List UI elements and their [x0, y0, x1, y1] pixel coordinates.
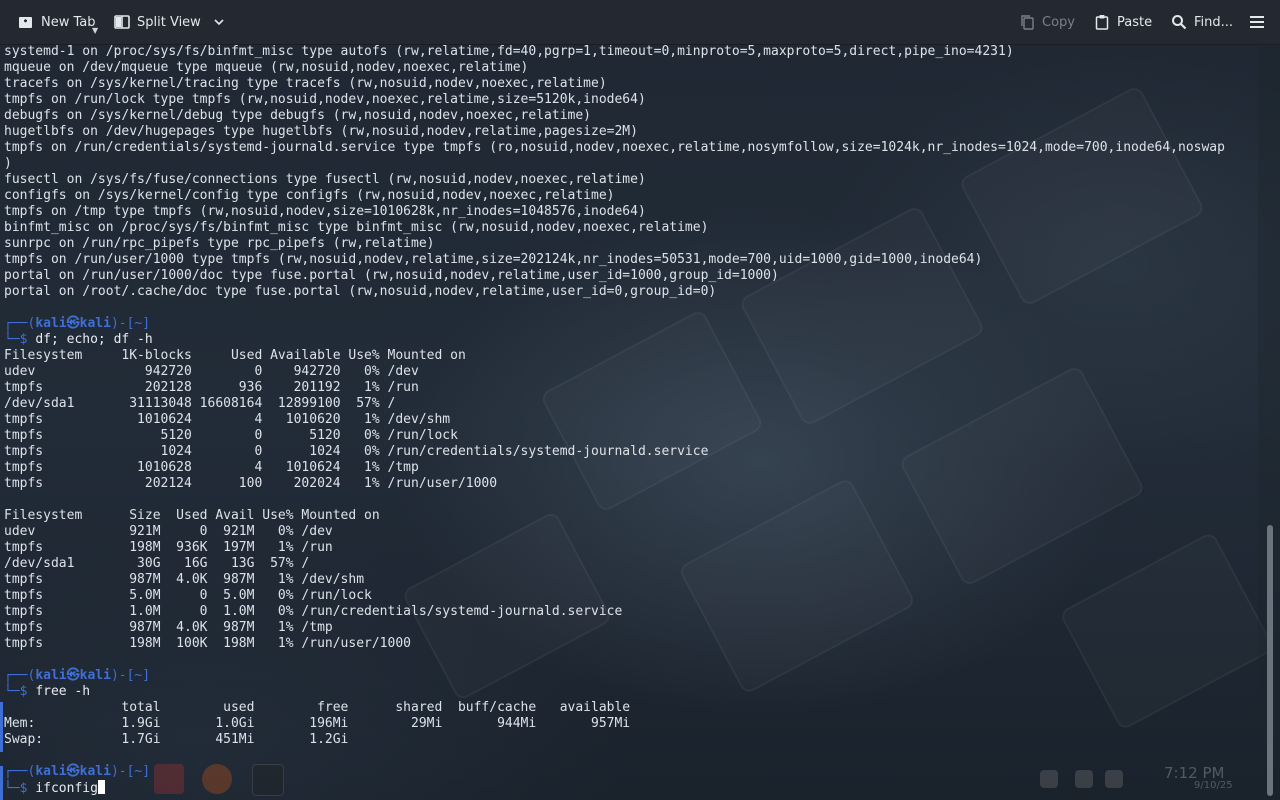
command-line[interactable]: └─$ ifconfig [0, 780, 1258, 796]
output-line: /dev/sda1 30G 16G 13G 57% / [4, 556, 310, 571]
output-line: ) [4, 156, 12, 171]
output-line: debugfs on /sys/kernel/debug type debugf… [4, 108, 591, 123]
output-line: Filesystem Size Used Avail Use% Mounted … [4, 508, 380, 523]
copy-icon [1021, 15, 1034, 30]
paste-label: Paste [1117, 14, 1153, 30]
output-line: tmpfs 987M 4.0K 987M 1% /dev/shm [4, 572, 365, 587]
output-line: tmpfs 5.0M 0 5.0M 0% /run/lock [4, 588, 372, 603]
command-line: └─$ df; echo; df -h [4, 332, 153, 347]
output-line: tmpfs 1010624 4 1010620 1% /dev/shm [4, 412, 451, 427]
active-prompt-marker [0, 766, 3, 800]
output-line: tmpfs on /run/lock type tmpfs (rw,nosuid… [4, 92, 646, 107]
output-line: tmpfs 1010628 4 1010624 1% /tmp [4, 460, 419, 475]
copy-button[interactable]: Copy [1019, 0, 1075, 44]
output-line: Swap: 1.7Gi 451Mi 1.2Gi [4, 732, 349, 747]
prompt-header: ┌──(kali㉿kali)-[~] [4, 668, 151, 683]
split-view-icon [114, 15, 130, 29]
command-line: └─$ free -h [4, 684, 91, 699]
scrollbar-thumb[interactable] [1267, 525, 1273, 796]
output-line: Mem: 1.9Gi 1.0Gi 196Mi 29Mi 944Mi 957Mi [4, 716, 631, 731]
active-output-marker [0, 702, 3, 752]
df-output: Filesystem 1K-blocks Used Available Use%… [0, 348, 1258, 652]
output-line: tmpfs 5120 0 5120 0% /run/lock [4, 428, 458, 443]
command-input[interactable]: ifconfig [35, 781, 98, 796]
new-tab-button[interactable]: New Tab [18, 0, 96, 44]
output-line: /dev/sda1 31113048 16608164 12899100 57%… [4, 396, 396, 411]
output-line: portal on /root/.cache/doc type fuse.por… [4, 284, 717, 299]
prompt-user: kali㉿kali [35, 764, 111, 779]
prompt-user: kali㉿kali [35, 316, 111, 331]
output-line: tmpfs 202128 936 201192 1% /run [4, 380, 419, 395]
split-view-button[interactable]: Split View [114, 0, 226, 44]
output-line: tmpfs 198M 936K 197M 1% /run [4, 540, 333, 555]
output-line: binfmt_misc on /proc/sys/fs/binfmt_misc … [4, 220, 709, 235]
output-line: hugetlbfs on /dev/hugepages type hugetlb… [4, 124, 638, 139]
output-line: tmpfs 1024 0 1024 0% /run/credentials/sy… [4, 444, 709, 459]
output-line: udev 942720 0 942720 0% /dev [4, 364, 419, 379]
copy-label: Copy [1042, 14, 1075, 30]
prompt-user: kali㉿kali [35, 668, 111, 683]
output-line: total used free shared buff/cache availa… [4, 700, 631, 715]
output-line: systemd-1 on /proc/sys/fs/binfmt_misc ty… [4, 44, 1014, 59]
output-line: tmpfs on /run/user/1000 type tmpfs (rw,n… [4, 252, 983, 267]
prompt-header: ┌──(kali㉿kali)-[~] [4, 316, 151, 331]
new-tab-label: New Tab [41, 14, 96, 30]
output-line: udev 921M 0 921M 0% /dev [4, 524, 333, 539]
free-output: total used free shared buff/cache availa… [0, 700, 1258, 748]
command-text: df; echo; df -h [35, 332, 153, 347]
output-line: tmpfs on /run/credentials/systemd-journa… [4, 140, 1225, 155]
search-icon [1172, 15, 1187, 30]
output-line: mqueue on /dev/mqueue type mqueue (rw,no… [4, 60, 529, 75]
terminal-toolbar: New Tab ▼ Split View Copy Paste Find... [0, 0, 1280, 45]
output-line: Filesystem 1K-blocks Used Available Use%… [4, 348, 466, 363]
paste-icon [1095, 15, 1109, 30]
output-line: tmpfs 198M 100K 198M 1% /run/user/1000 [4, 636, 411, 651]
chevron-down-icon [214, 19, 224, 26]
new-tab-menu-icon[interactable]: ▼ [92, 26, 98, 35]
mount-output: systemd-1 on /proc/sys/fs/binfmt_misc ty… [0, 44, 1258, 300]
output-line: tracefs on /sys/kernel/tracing type trac… [4, 76, 607, 91]
paste-button[interactable]: Paste [1094, 0, 1152, 44]
find-label: Find... [1194, 14, 1234, 30]
prompt-header: ┌──(kali㉿kali)-[~] [4, 764, 151, 779]
output-line: tmpfs on /tmp type tmpfs (rw,nosuid,node… [4, 204, 646, 219]
output-line: configfs on /sys/kernel/config type conf… [4, 188, 615, 203]
find-button[interactable]: Find... [1171, 0, 1233, 44]
main-menu-button[interactable] [1249, 0, 1265, 44]
output-line: tmpfs 987M 4.0K 987M 1% /tmp [4, 620, 333, 635]
hamburger-menu-icon [1250, 16, 1264, 28]
output-line: sunrpc on /run/rpc_pipefs type rpc_pipef… [4, 236, 435, 251]
output-line: tmpfs 1.0M 0 1.0M 0% /run/credentials/sy… [4, 604, 623, 619]
command-text: free -h [35, 684, 91, 699]
new-tab-icon [19, 17, 32, 28]
output-line: tmpfs 202124 100 202024 1% /run/user/100… [4, 476, 498, 491]
output-line: fusectl on /sys/fs/fuse/connections type… [4, 172, 646, 187]
split-view-label: Split View [137, 14, 201, 30]
output-line: portal on /run/user/1000/doc type fuse.p… [4, 268, 779, 283]
text-cursor [97, 780, 105, 794]
terminal-output[interactable]: systemd-1 on /proc/sys/fs/binfmt_misc ty… [0, 44, 1258, 800]
